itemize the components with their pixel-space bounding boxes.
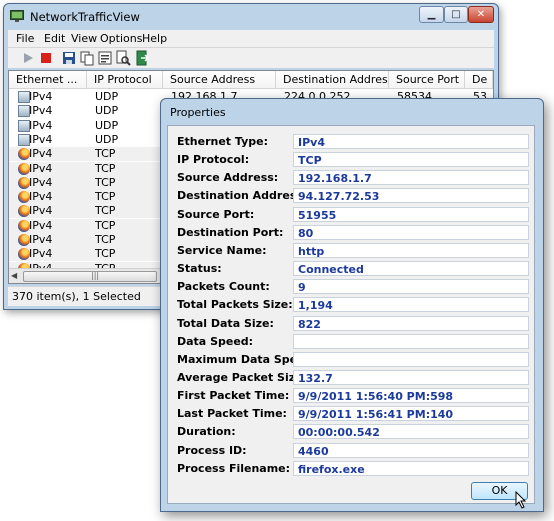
property-value-field[interactable]: 9 <box>293 279 529 295</box>
maximize-button[interactable]: □ <box>444 6 468 23</box>
copy-icon[interactable] <box>79 50 95 66</box>
property-value-field[interactable]: 51955 <box>293 206 529 222</box>
toolbar <box>8 48 494 68</box>
property-label: Source Port: <box>177 207 255 221</box>
cell-protocol: TCP <box>95 190 116 204</box>
scroll-grip-icon: ||| <box>91 271 100 280</box>
cell-protocol: TCP <box>95 233 116 246</box>
property-label: Process ID: <box>177 443 247 457</box>
cell-ethernet: IPv4 <box>29 161 53 175</box>
column-header-dest-port[interactable]: De <box>465 71 493 89</box>
property-label: Ethernet Type: <box>177 135 268 148</box>
property-label: Destination Address: <box>177 189 308 203</box>
cell-ethernet: IPv4 <box>29 175 53 189</box>
property-label: IP Protocol: <box>177 153 250 167</box>
property-value-field[interactable]: http <box>293 242 529 258</box>
cell-ethernet: IPv4 <box>29 90 53 103</box>
properties-icon[interactable] <box>97 50 113 66</box>
property-value-field[interactable]: 9/9/2011 1:56:41 PM:140 <box>293 406 529 422</box>
cell-ethernet: IPv4 <box>29 132 53 146</box>
property-label: Last Packet Time: <box>177 407 287 421</box>
cell-protocol: UDP <box>95 90 119 103</box>
play-icon[interactable] <box>20 50 36 66</box>
property-label: Source Address: <box>177 171 279 185</box>
property-label: Total Data Size: <box>177 316 274 330</box>
menu-options[interactable]: Options <box>100 32 142 45</box>
column-header-ip-protocol[interactable]: IP Protocol <box>87 71 163 89</box>
cell-protocol: TCP <box>95 218 116 232</box>
dialog-body: Ethernet Type: IPv4 IP Protocol: TCP Source … <box>167 125 535 509</box>
menu-view[interactable]: View <box>71 32 97 45</box>
cell-protocol: TCP <box>95 247 116 261</box>
stop-icon[interactable] <box>38 50 54 66</box>
menu-help[interactable]: Help <box>142 32 167 45</box>
property-value-field[interactable] <box>293 351 529 367</box>
property-label: Duration: <box>177 425 236 439</box>
menu-edit[interactable]: Edit <box>44 32 65 45</box>
cell-protocol: TCP <box>95 204 116 218</box>
app-icon <box>10 10 24 22</box>
property-label: Average Packet Size: <box>177 370 307 384</box>
close-button[interactable]: ✕ <box>468 6 494 23</box>
menu-bar: File Edit View Options Help <box>8 30 494 48</box>
property-label: Packets Count: <box>177 280 270 294</box>
property-value-field[interactable]: 132.7 <box>293 369 529 385</box>
property-value-field[interactable]: 192.168.1.7 <box>293 170 529 186</box>
property-label: First Packet Time: <box>177 389 290 403</box>
save-icon[interactable] <box>61 50 77 66</box>
property-label: Destination Port: <box>177 225 284 239</box>
column-header-destination-address[interactable]: Destination Address <box>276 71 389 89</box>
property-label: Process Filename: <box>177 461 291 475</box>
cell-protocol: UDP <box>95 118 119 132</box>
property-value-field[interactable]: 00:00:00.542 <box>293 424 529 440</box>
property-value-field[interactable]: firefox.exe <box>293 460 529 476</box>
cell-protocol: UDP <box>95 132 119 146</box>
property-value-field[interactable]: 822 <box>293 315 529 331</box>
cell-ethernet: IPv4 <box>29 233 53 246</box>
property-value-field[interactable]: Connected <box>293 261 529 277</box>
property-value-field[interactable]: TCP <box>293 152 529 168</box>
cell-ethernet: IPv4 <box>29 118 53 132</box>
mouse-cursor-icon <box>515 491 527 509</box>
property-value-field[interactable]: 1,194 <box>293 297 529 313</box>
window-title: NetworkTrafficView <box>30 10 140 24</box>
cell-protocol: TCP <box>95 161 116 175</box>
column-header-ethernet[interactable]: Ethernet ... <box>9 71 87 89</box>
property-value-field[interactable]: IPv4 <box>293 134 529 149</box>
property-value-field[interactable]: 94.127.72.53 <box>293 188 529 204</box>
property-value-field[interactable]: 4460 <box>293 442 529 458</box>
scroll-thumb[interactable] <box>23 271 157 282</box>
cell-protocol: TCP <box>95 147 116 161</box>
cell-ethernet: IPv4 <box>29 218 53 232</box>
menu-file[interactable]: File <box>16 32 34 45</box>
cell-ethernet: IPv4 <box>29 204 53 218</box>
cell-ethernet: IPv4 <box>29 147 53 161</box>
find-icon[interactable] <box>115 50 131 66</box>
minimize-button[interactable]: ▁ <box>419 6 444 23</box>
property-label: Status: <box>177 262 222 276</box>
property-label: Service Name: <box>177 243 267 257</box>
horizontal-scrollbar[interactable]: ◀ ||| <box>9 268 162 283</box>
properties-dialog: Properties Ethernet Type: IPv4 IP Protocol… <box>160 98 544 512</box>
title-bar[interactable]: NetworkTrafficView ▁ □ ✕ <box>4 4 498 30</box>
scroll-left-arrow-icon[interactable]: ◀ <box>11 271 17 280</box>
cell-ethernet: IPv4 <box>29 190 53 204</box>
column-header-source-address[interactable]: Source Address <box>163 71 276 89</box>
property-label: Total Packets Size: <box>177 298 293 312</box>
status-text: 370 item(s), 1 Selected <box>12 290 141 303</box>
exit-icon[interactable] <box>134 50 150 66</box>
property-value-field[interactable]: 9/9/2011 1:56:40 PM:598 <box>293 388 529 404</box>
dialog-title: Properties <box>170 106 226 119</box>
cell-protocol: UDP <box>95 104 119 118</box>
property-value-field[interactable] <box>293 333 529 349</box>
property-label: Data Speed: <box>177 334 254 348</box>
property-value-field[interactable]: 80 <box>293 224 529 240</box>
cell-ethernet: IPv4 <box>29 104 53 118</box>
cell-ethernet: IPv4 <box>29 247 53 261</box>
cell-protocol: TCP <box>95 175 116 189</box>
column-header-source-port[interactable]: Source Port <box>389 71 465 89</box>
